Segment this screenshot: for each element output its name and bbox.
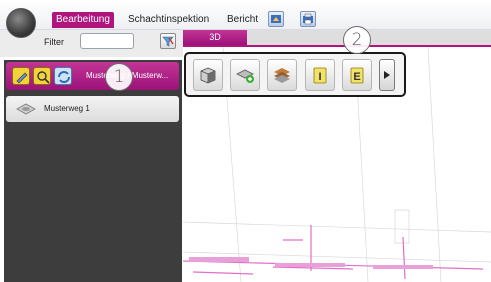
application-menu-button[interactable]: [6, 8, 36, 38]
list-item-label: Musterweg 1: [44, 104, 90, 113]
add-manhole-icon[interactable]: [230, 59, 260, 91]
project-header[interactable]: Musterweg / Musterw...: [6, 62, 179, 90]
report-export-icon[interactable]: [268, 11, 284, 27]
svg-text:I: I: [318, 71, 321, 83]
label-e-icon[interactable]: E: [342, 59, 372, 91]
ribbon-bar: Bearbeitung Schachtinspektion Bericht: [0, 0, 491, 38]
refresh-icon[interactable]: [54, 67, 72, 85]
svg-text:E: E: [353, 71, 360, 83]
triangle-right-icon[interactable]: [379, 59, 395, 91]
edit-icon[interactable]: [12, 67, 30, 85]
tab-bericht[interactable]: Bericht: [223, 12, 262, 28]
search-icon[interactable]: [33, 67, 51, 85]
app-window: Bearbeitung Schachtinspektion Bericht Fi…: [0, 0, 491, 282]
3d-toolbar: I E: [184, 52, 406, 97]
filter-label: Filter: [44, 37, 64, 47]
layers-icon[interactable]: [267, 59, 297, 91]
tab-bearbeitung[interactable]: Bearbeitung: [52, 12, 114, 28]
tab-schachtinspektion[interactable]: Schachtinspektion: [124, 12, 213, 28]
callout-1: 1: [105, 63, 133, 91]
label-i-icon[interactable]: I: [305, 59, 335, 91]
project-tree-panel: [4, 60, 182, 282]
callout-2: 2: [343, 26, 371, 54]
tab-3d[interactable]: 3D: [183, 30, 247, 45]
filter-input[interactable]: [80, 33, 134, 49]
box-view-icon[interactable]: [193, 59, 223, 91]
filter-clear-icon[interactable]: [160, 33, 176, 49]
manhole-icon: [16, 103, 36, 115]
list-item-musterweg-1[interactable]: Musterweg 1: [6, 96, 179, 122]
report-print-icon[interactable]: [300, 11, 316, 27]
